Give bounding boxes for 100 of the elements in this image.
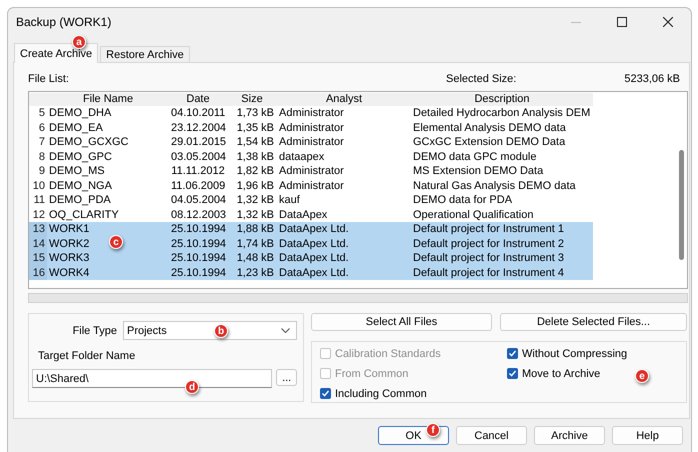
table-cell: Default project for Instrument 2 bbox=[411, 236, 593, 251]
table-cell: 25.10.1994 bbox=[169, 222, 227, 236]
table-cell-text: DEMO_NGA bbox=[48, 178, 113, 193]
selected-size-label: Selected Size: bbox=[446, 73, 516, 85]
table-cell: 1,48 kB bbox=[227, 251, 277, 266]
checkbox[interactable] bbox=[507, 368, 518, 379]
table-cell-text: Natural Gas Analysis DEMO data bbox=[412, 178, 577, 193]
table-cell-text: 1,35 kB bbox=[236, 120, 275, 135]
table-cell-text: 04.05.2004 bbox=[170, 193, 227, 208]
table-cell: 25.10.1994 bbox=[169, 236, 227, 251]
row-number: 6 bbox=[38, 120, 46, 135]
table-cell: 1,88 kB bbox=[227, 222, 277, 236]
table-cell-text: MS Extension DEMO Data bbox=[412, 164, 544, 178]
action-button[interactable]: Delete Selected Files... bbox=[500, 313, 687, 331]
row-number: 12 bbox=[32, 208, 46, 222]
table-cell: WORK3 bbox=[47, 251, 169, 266]
dialog-button[interactable]: Archive bbox=[534, 426, 605, 445]
table-cell-text: DEMO_GPC bbox=[48, 150, 113, 164]
table-cell-text: 1,32 kB bbox=[236, 208, 275, 222]
row-number: 5 bbox=[38, 106, 46, 120]
table-cell-text: 11.06.2009 bbox=[170, 178, 226, 193]
table-cell-text: 1,73 kB bbox=[236, 106, 275, 120]
table-cell-text: DEMO_EA bbox=[48, 120, 104, 135]
window-title: Backup (WORK1) bbox=[16, 15, 112, 29]
table-cell-text: dataapex bbox=[278, 150, 326, 164]
table-cell-text: kauf bbox=[278, 193, 301, 208]
browse-button[interactable]: ... bbox=[276, 369, 297, 386]
table-cell-text: 03.05.2004 bbox=[170, 150, 227, 164]
table-cell-text: DEMO_PDA bbox=[48, 193, 112, 208]
checkbox-label[interactable]: Move to Archive bbox=[522, 368, 600, 380]
row-number: 15 bbox=[29, 251, 47, 266]
column-header[interactable]: Description bbox=[411, 93, 593, 106]
column-header[interactable]: Date bbox=[169, 93, 227, 106]
table-cell: DataApex Ltd. bbox=[277, 222, 411, 236]
table-cell: Default project for Instrument 4 bbox=[411, 266, 593, 280]
table-cell-text: 1,38 kB bbox=[236, 150, 275, 164]
table-cell-text: Operational Qualification bbox=[412, 208, 534, 222]
table-cell: WORK1 bbox=[47, 222, 169, 236]
file-list-label: File List: bbox=[28, 73, 70, 85]
table-cell: 1,23 kB bbox=[227, 266, 277, 280]
table-cell: WORK4 bbox=[47, 266, 169, 280]
table-cell-text: 1,82 kB bbox=[236, 164, 275, 178]
selected-size-value: 5233,06 kB bbox=[624, 73, 680, 85]
column-header[interactable]: Size bbox=[227, 93, 277, 106]
checkmark-icon bbox=[508, 369, 517, 378]
row-number: 16 bbox=[29, 266, 47, 280]
tab[interactable]: Restore Archive bbox=[100, 46, 190, 62]
table-cell-text: 1,32 kB bbox=[236, 193, 275, 208]
checkbox[interactable] bbox=[320, 388, 331, 399]
callout-badge: e bbox=[635, 369, 649, 383]
table-cell-text: 04.10.2011 bbox=[170, 106, 226, 120]
dialog-button[interactable]: Cancel bbox=[456, 426, 527, 445]
scrollbar-thumb[interactable] bbox=[679, 150, 684, 260]
table-cell-text: 23.12.2004 bbox=[170, 120, 227, 135]
dialog-button[interactable]: Help bbox=[612, 426, 683, 445]
field-label: Target Folder Name bbox=[38, 350, 136, 362]
checkbox-label[interactable]: Including Common bbox=[335, 388, 427, 400]
close-icon[interactable] bbox=[663, 17, 673, 27]
checkbox-label[interactable]: Without Compressing bbox=[522, 348, 628, 360]
callout-badge: a bbox=[72, 35, 86, 49]
horizontal-scrollbar[interactable] bbox=[28, 293, 688, 303]
table-cell-text: GCxGC Extension DEMO Data bbox=[412, 135, 566, 150]
table-cell-text: 29.01.2015 bbox=[170, 135, 227, 150]
row-number: 10 bbox=[32, 178, 46, 193]
table-cell: DataApex Ltd. bbox=[277, 251, 411, 266]
table-cell-text: Administrator bbox=[278, 164, 345, 178]
table-cell-text: 1,96 kB bbox=[236, 178, 275, 193]
table-cell-text: Administrator bbox=[278, 178, 345, 193]
maximize-icon[interactable] bbox=[617, 17, 627, 27]
table-cell-text: DataApex bbox=[278, 208, 328, 222]
table-cell: 25.10.1994 bbox=[169, 266, 227, 280]
table-cell: Default project for Instrument 3 bbox=[411, 251, 593, 266]
table-cell-text: Administrator bbox=[278, 120, 345, 135]
table-cell: 1,74 kB bbox=[227, 236, 277, 251]
row-number: 14 bbox=[29, 236, 47, 251]
table-cell-text: Administrator bbox=[278, 135, 345, 150]
row-number: 8 bbox=[38, 150, 46, 164]
checkbox[interactable] bbox=[507, 348, 518, 359]
table-cell: DataApex Ltd. bbox=[277, 236, 411, 251]
row-number: 13 bbox=[29, 222, 47, 236]
table-cell-text: DEMO data GPC module bbox=[412, 150, 538, 164]
table-cell-text: Elemental Analysis DEMO data bbox=[412, 120, 567, 135]
checkmark-icon bbox=[321, 389, 330, 398]
action-button[interactable]: Select All Files bbox=[311, 313, 492, 331]
column-header[interactable]: File Name bbox=[47, 93, 169, 106]
row-number: 7 bbox=[38, 135, 46, 150]
row-number: 11 bbox=[32, 193, 46, 208]
table-cell: DataApex Ltd. bbox=[277, 266, 411, 280]
callout-badge: d bbox=[185, 380, 199, 394]
table-cell-text: DEMO_DHA bbox=[48, 106, 112, 120]
row-number: 9 bbox=[38, 164, 46, 178]
column-header[interactable]: Analyst bbox=[277, 93, 411, 106]
checkmark-icon bbox=[508, 349, 517, 358]
table-cell-text: 1,54 kB bbox=[236, 135, 275, 150]
table-cell-text: Detailed Hydrocarbon Analysis DEM bbox=[412, 106, 592, 120]
chevron-down-icon bbox=[281, 328, 290, 333]
table-cell: Default project for Instrument 1 bbox=[411, 222, 593, 236]
table-cell: 25.10.1994 bbox=[169, 251, 227, 266]
table-cell-text: OQ_CLARITY bbox=[48, 208, 120, 222]
table-cell-text: 11.11.2012 bbox=[170, 164, 226, 178]
